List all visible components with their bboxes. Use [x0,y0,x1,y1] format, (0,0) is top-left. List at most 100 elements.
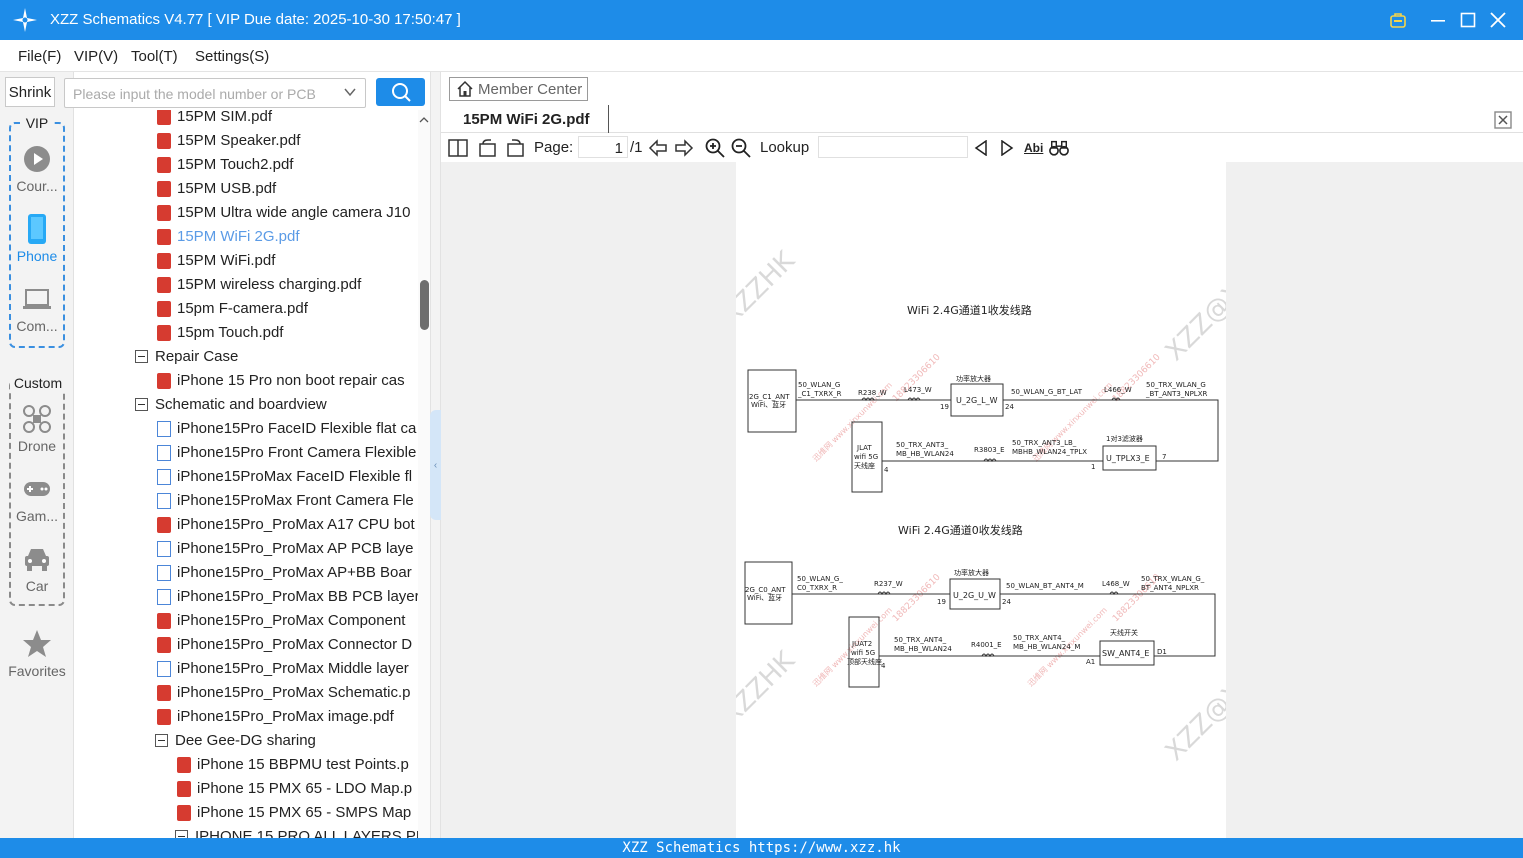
page-total: /1 [630,139,643,156]
menu-file[interactable]: File(F) [18,48,61,65]
menu-settings[interactable]: Settings(S) [195,48,269,65]
find-prev-button[interactable] [971,138,991,158]
zoom-in-button[interactable] [705,138,725,158]
collapse-toggle-icon[interactable] [135,398,148,411]
minimize-button[interactable] [1424,6,1452,34]
close-icon [1490,12,1506,28]
tree-file[interactable]: iPhone 15 PMX 65 - LDO Map.p [75,777,418,801]
category-courses[interactable]: Cour... [0,144,74,206]
vip-badge-button[interactable] [1384,6,1412,34]
tree-file[interactable]: iPhone15Pro_ProMax A17 CPU bot [75,513,418,537]
circuit-1-title: WiFi 2.4G通道1收发线路 [907,303,1032,317]
tab-wifi-2g[interactable]: 15PM WiFi 2G.pdf [453,105,609,133]
rotate-right-button[interactable] [505,138,525,158]
shrink-button[interactable]: Shrink [5,77,55,107]
tree-file[interactable]: iPhone15Pro Front Camera Flexible [75,441,418,465]
tree-folder[interactable]: Schematic and boardview [75,393,418,417]
boardview-file-icon [157,493,171,509]
category-game[interactable]: Gam... [0,474,74,536]
tree-scrollbar-thumb[interactable] [420,280,429,330]
match-case-button[interactable]: Abi [1024,141,1043,155]
watermark-text: XZZ@XZZHK [1160,625,1226,767]
menu-vip[interactable]: VIP(V) [74,48,118,65]
tree-item-label: 15PM Touch2.pdf [177,156,294,173]
collapse-toggle-icon[interactable] [135,350,148,363]
tree-file[interactable]: iPhone 15 Pro non boot repair cas [75,369,418,393]
tree-file[interactable]: 15PM Touch2.pdf [75,153,418,177]
next-page-button[interactable] [674,138,694,158]
tree-scrollbar[interactable] [418,110,430,838]
category-drone-label: Drone [17,438,57,454]
c1-pin1: 1 [1091,463,1095,471]
category-drone[interactable]: Drone [0,404,74,466]
zoom-in-icon [705,138,725,158]
scroll-up-icon[interactable] [418,114,430,126]
tree-file[interactable]: iPhone15Pro_ProMax BB PCB layer [75,585,418,609]
zoom-out-icon [731,138,751,158]
pdf-file-icon [157,205,171,221]
lookup-input[interactable] [818,136,968,158]
tree-file[interactable]: 15PM wireless charging.pdf [75,273,418,297]
tree-file[interactable]: iPhone15Pro_ProMax Middle layer [75,657,418,681]
tree-file[interactable]: 15PM USB.pdf [75,177,418,201]
tree-file[interactable]: 15PM Ultra wide angle camera J10 [75,201,418,225]
search-button[interactable] [376,78,425,106]
tree-file[interactable]: iPhone15Pro_ProMax Connector D [75,633,418,657]
tree-item-label: iPhone15Pro_ProMax image.pdf [177,708,394,725]
category-phone[interactable]: Phone [0,214,74,276]
collapse-toggle-icon[interactable] [175,830,188,838]
tree-file[interactable]: 15PM WiFi.pdf [75,249,418,273]
category-game-label: Gam... [15,508,58,524]
tree-file[interactable]: iPhone 15 BBPMU test Points.p [75,753,418,777]
two-page-button[interactable] [448,138,468,158]
tree-file[interactable]: iPhone15Pro_ProMax image.pdf [75,705,418,729]
tree-file[interactable]: iPhone15ProMax Front Camera Fle [75,489,418,513]
pdf-file-icon [157,301,171,317]
home-icon [457,80,473,97]
tree-file[interactable]: iPhone 15 PMX 65 - SMPS Map [75,801,418,825]
tree-folder[interactable]: Dee Gee-DG sharing [75,729,418,753]
watermark-small-text: 18823306610 [891,352,943,404]
tree-file[interactable]: 15pm F-camera.pdf [75,297,418,321]
member-center-button[interactable]: Member Center [449,77,588,101]
page-number-input[interactable]: 1 [578,136,628,158]
find-next-button[interactable] [997,138,1017,158]
prev-page-button[interactable] [648,138,668,158]
tree-file[interactable]: 15PM SIM.pdf [75,110,418,129]
tree-file[interactable]: iPhone15Pro FaceID Flexible flat ca [75,417,418,441]
tree-item-label: iPhone15Pro_ProMax A17 CPU bot [177,516,415,533]
chevron-down-icon[interactable] [343,85,357,99]
zoom-out-button[interactable] [731,138,751,158]
boardview-file-icon [157,541,171,557]
search-input[interactable]: Please input the model number or PCB [64,78,366,108]
boardview-file-icon [157,421,171,437]
tree-file[interactable]: iPhone15Pro_ProMax AP+BB Boar [75,561,418,585]
favorites[interactable]: Favorites [0,629,74,691]
boardview-file-icon [157,469,171,485]
tree-file[interactable]: iPhone15Pro_ProMax Component [75,609,418,633]
collapse-toggle-icon[interactable] [155,734,168,747]
minimize-icon [1431,20,1445,22]
tree-item-label: iPhone15Pro_ProMax Middle layer [177,660,409,677]
tree-folder[interactable]: IPHONE 15 PRO ALL LAYERS PL [75,825,418,838]
tree-folder[interactable]: Repair Case [75,345,418,369]
search-placeholder: Please input the model number or PCB [73,86,316,102]
close-window-button[interactable] [1484,6,1512,34]
tree-file[interactable]: 15PM WiFi 2G.pdf [75,225,418,249]
document-tabs: 15PM WiFi 2G.pdf [441,105,1523,133]
find-all-button[interactable] [1049,138,1069,158]
close-tab-icon[interactable] [1493,110,1513,130]
tree-file[interactable]: iPhone15Pro_ProMax AP PCB laye [75,537,418,561]
rotate-left-button[interactable] [478,138,498,158]
tree-file[interactable]: iPhone15ProMax FaceID Flexible fl [75,465,418,489]
menu-tool[interactable]: Tool(T) [131,48,178,65]
collapse-panel-button[interactable]: ‹ [430,410,441,520]
tree-file[interactable]: 15pm Touch.pdf [75,321,418,345]
category-car[interactable]: Car [0,544,74,606]
maximize-button[interactable] [1454,6,1482,34]
tree-file[interactable]: iPhone15Pro_ProMax Schematic.p [75,681,418,705]
document-viewer[interactable]: XZZ@XZZHK XZZ@XZZHK XZZ@XZZHK XZZ@XZZHK … [441,162,1523,838]
tree-file[interactable]: 15PM Speaker.pdf [75,129,418,153]
tree-item-label: 15pm Touch.pdf [177,324,284,341]
category-computer[interactable]: Com... [0,284,74,346]
